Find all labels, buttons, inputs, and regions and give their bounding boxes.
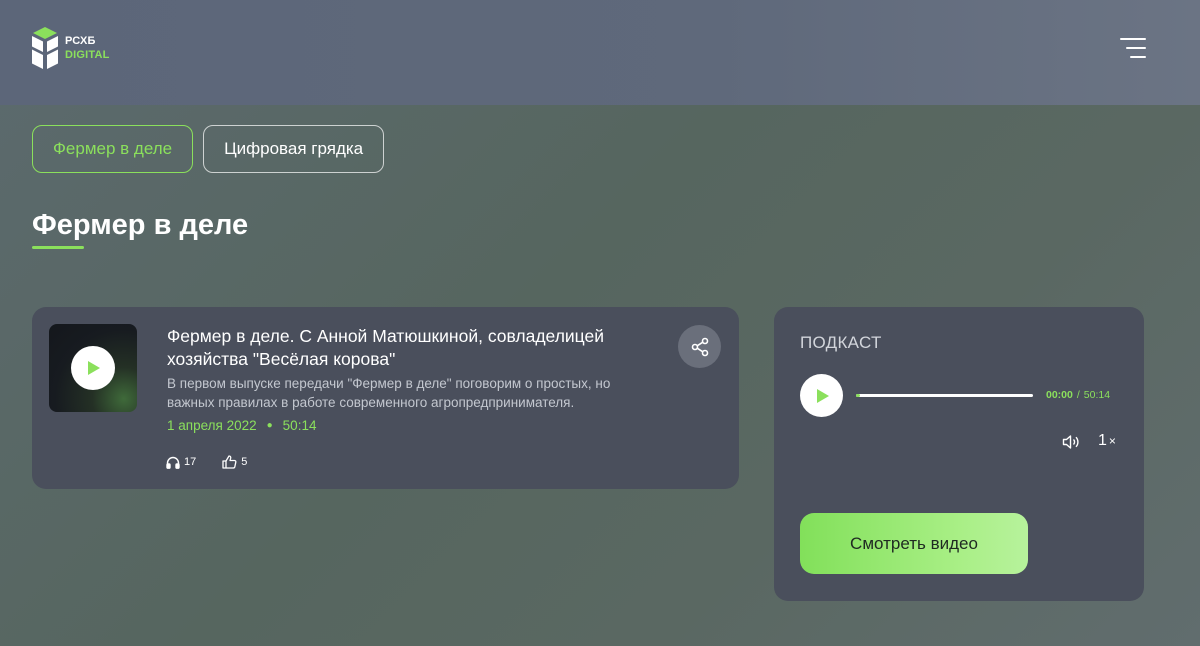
hamburger-menu-icon[interactable] (1116, 36, 1150, 64)
logo-line-2: DIGITAL (65, 49, 110, 61)
likes-stat[interactable]: 5 (222, 455, 247, 469)
logo-text: РСХБ DIGITAL (65, 34, 110, 62)
episode-card[interactable]: Фермер в деле. С Анной Матюшкиной, совла… (32, 307, 739, 489)
logo-cube-icon (32, 27, 58, 69)
meta-separator-dot: ● (266, 420, 273, 431)
menu-bar (1130, 56, 1146, 58)
section-tabs: Фермер в деле Цифровая грядка (32, 125, 385, 173)
speed-suffix: × (1108, 434, 1116, 448)
progress-fill (856, 394, 860, 397)
thumbs-up-icon[interactable] (222, 455, 237, 469)
episode-thumbnail[interactable] (49, 324, 137, 412)
speed-value: 1 (1098, 432, 1107, 449)
page-title: Фермер в деле (32, 209, 249, 241)
episode-duration: 50:14 (282, 418, 317, 433)
volume-icon[interactable] (1062, 434, 1082, 455)
episode-description: В первом выпуске передачи "Фермер в деле… (167, 376, 611, 410)
episode-meta: 1 апреля 2022 ● 50:14 (167, 418, 316, 433)
likes-count: 5 (241, 456, 248, 468)
tab-farmer-in-business[interactable]: Фермер в деле (32, 125, 194, 173)
current-time: 00:00 (1046, 389, 1073, 401)
watch-video-button[interactable]: Смотреть видео (800, 513, 1028, 574)
site-header: РСХБ DIGITAL (0, 0, 1200, 105)
title-underline (32, 246, 84, 249)
episode-stats: 17 5 (166, 455, 273, 469)
logo-line-1: РСХБ (65, 35, 96, 47)
tab-digital-garden[interactable]: Цифровая грядка (203, 125, 385, 173)
menu-bar (1120, 38, 1146, 40)
listens-stat: 17 (166, 456, 196, 469)
total-time: 50:14 (1083, 389, 1111, 401)
episode-title[interactable]: Фермер в деле. С Анной Матюшкиной, совла… (167, 325, 667, 371)
podcast-player-card: ПОДКАСТ 00:00/50:14 1 × Смотреть видео (774, 307, 1144, 601)
play-icon[interactable] (71, 346, 115, 390)
playback-speed-button[interactable]: 1 × (1098, 432, 1116, 450)
podcast-label: ПОДКАСТ (800, 333, 882, 352)
share-button[interactable] (678, 325, 721, 368)
listens-count: 17 (184, 456, 197, 468)
share-icon (691, 337, 708, 356)
headphones-icon (166, 456, 180, 469)
time-separator: / (1076, 389, 1080, 401)
menu-bar (1126, 47, 1146, 49)
time-display: 00:00/50:14 (1046, 389, 1110, 401)
play-icon (816, 388, 829, 403)
progress-bar[interactable] (856, 394, 1033, 397)
player-play-button[interactable] (800, 374, 843, 417)
episode-date: 1 апреля 2022 (167, 418, 257, 433)
logo[interactable]: РСХБ DIGITAL (32, 27, 110, 69)
